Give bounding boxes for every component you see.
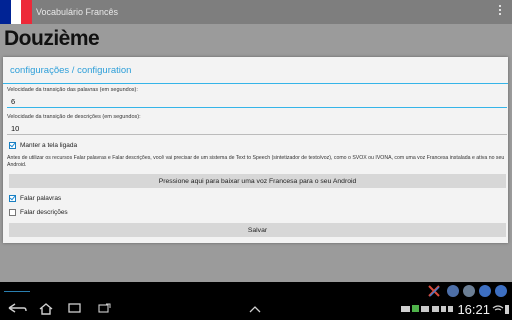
desc-speed-input[interactable] (11, 124, 491, 133)
chevron-up-icon[interactable] (249, 305, 261, 313)
desc-speed-label: Velocidade da transição de descrições (e… (7, 114, 141, 120)
speak-words-checkbox[interactable] (9, 195, 16, 202)
tts-info-text: Antes de utilizar os recursos Falar pala… (7, 155, 505, 168)
app-shortcut-icon[interactable] (447, 285, 459, 297)
notification-icons[interactable] (401, 303, 431, 314)
overflow-menu-icon[interactable] (499, 5, 502, 17)
screenshot-icon[interactable] (98, 303, 111, 314)
wifi-battery-icon[interactable] (492, 303, 510, 315)
next-icon[interactable] (495, 285, 507, 297)
recent-apps-icon[interactable] (68, 303, 82, 314)
words-speed-field-wrap (7, 95, 507, 108)
status-icons (432, 306, 453, 312)
home-icon[interactable] (38, 302, 54, 315)
scroll-indicator (4, 291, 30, 292)
french-flag-icon[interactable] (0, 0, 33, 24)
dialog-title: configurações / configuration (10, 65, 132, 76)
app-window: Vocabulário Francês Douzième configuraçõ… (0, 0, 512, 282)
download-voice-button[interactable]: Pressione aqui para baixar uma voz Franc… (9, 174, 506, 188)
cd-icon[interactable] (463, 285, 475, 297)
keep-screen-on-checkbox[interactable] (9, 142, 16, 149)
status-clock[interactable]: 16:21 (457, 302, 490, 317)
tools-icon[interactable] (427, 284, 441, 298)
desc-speed-field-wrap (7, 122, 507, 135)
app-title: Vocabulário Francês (36, 7, 119, 17)
speak-descriptions-checkbox[interactable] (9, 209, 16, 216)
speak-words-label[interactable]: Falar palavras (20, 195, 61, 202)
speak-descriptions-label[interactable]: Falar descrições (20, 209, 68, 216)
words-speed-input[interactable] (11, 97, 491, 106)
back-icon[interactable] (7, 301, 27, 315)
dialog-title-divider (3, 83, 508, 84)
save-button[interactable]: Salvar (9, 223, 506, 237)
pause-icon[interactable] (479, 285, 491, 297)
page-heading: Douzième (4, 27, 100, 50)
action-bar: Vocabulário Francês (0, 0, 512, 24)
words-speed-label: Velocidade da transição das palavras (em… (7, 87, 138, 93)
keep-screen-on-label[interactable]: Manter a tela ligada (20, 142, 77, 149)
settings-dialog: configurações / configuration Velocidade… (3, 57, 508, 243)
